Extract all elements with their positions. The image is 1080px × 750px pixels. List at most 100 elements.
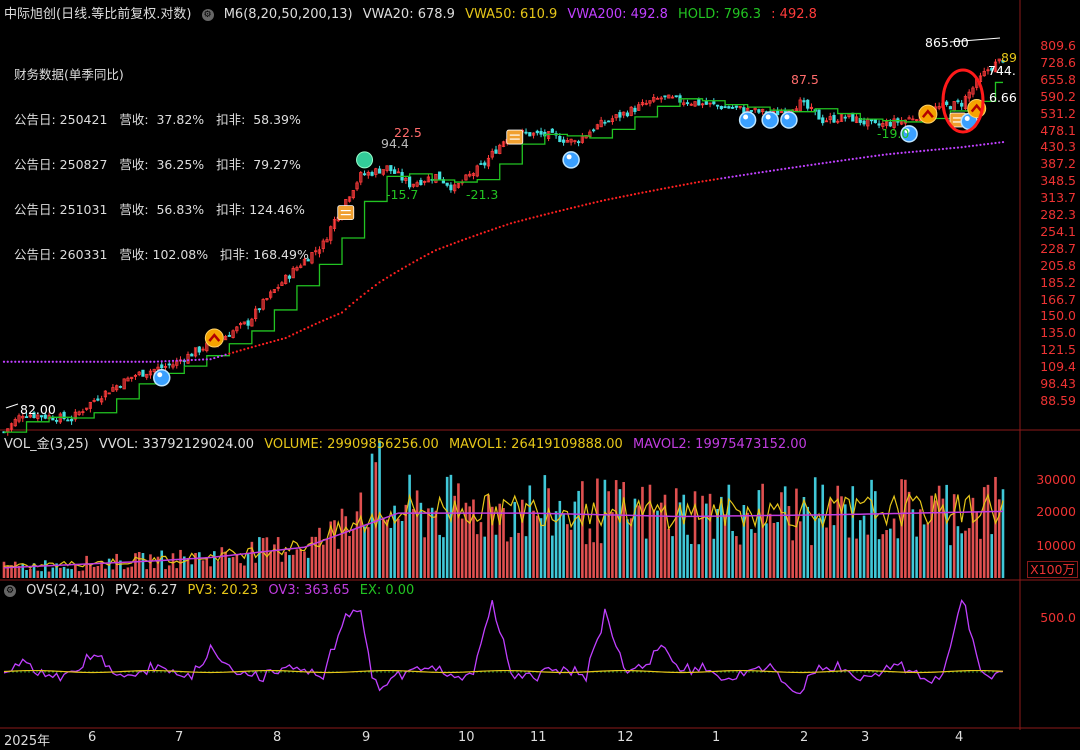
vwa200-point <box>108 360 111 363</box>
volume-bar <box>464 502 468 578</box>
volume-bar <box>419 502 423 578</box>
vwa200-point <box>352 301 355 304</box>
volume-bar <box>220 547 224 578</box>
candle-body <box>704 101 708 105</box>
candle-body <box>851 112 855 122</box>
vwa200-point <box>536 215 539 218</box>
candle-body <box>618 112 622 118</box>
vwa200-point <box>705 179 708 182</box>
vol-indicator-name[interactable]: VOL_金(3,25) <box>4 437 89 452</box>
volume-bar <box>483 536 487 578</box>
blue-ball-icon <box>152 369 171 387</box>
volume-bar <box>231 557 235 578</box>
volume-bar <box>892 518 896 578</box>
vwa200-point <box>603 199 607 202</box>
volume-bar <box>92 566 96 578</box>
volume-bar <box>896 538 900 578</box>
vwa200-point <box>633 193 637 196</box>
vwa200-point <box>457 240 460 243</box>
annotation-label: -15.7 <box>386 187 419 202</box>
volume-bar <box>806 506 810 578</box>
vwa200-point <box>464 237 468 241</box>
vwa200-point <box>397 269 400 273</box>
volume-bar <box>261 538 265 578</box>
candle-body <box>592 129 596 132</box>
volume-bar <box>250 541 254 578</box>
volume-bar <box>468 506 471 578</box>
vwa200-point <box>213 356 216 360</box>
vwa200-point <box>239 349 242 352</box>
volume-bar <box>922 524 926 578</box>
pv2-value: PV2: 6.27 <box>114 583 178 598</box>
x-tick: 6 <box>88 730 97 745</box>
volume-bar <box>382 517 385 578</box>
price-chart-canvas[interactable] <box>0 0 1080 750</box>
vwa200-point <box>618 196 622 199</box>
volume-bar <box>750 529 753 578</box>
vwa200-point <box>780 168 783 171</box>
vwa200-point <box>412 261 415 264</box>
vwa200-point <box>682 183 685 186</box>
vwa200-point <box>844 158 847 162</box>
volume-bar <box>926 522 930 578</box>
volume-bar <box>532 510 535 578</box>
vwa200-point <box>292 333 295 336</box>
vwa200-point <box>641 191 644 194</box>
volume-bar <box>536 515 539 578</box>
volume-bar <box>798 521 802 578</box>
volume-tick: 10000 <box>1036 538 1076 553</box>
vwa200-point <box>720 177 723 180</box>
gear-icon[interactable]: ⚙ <box>4 584 16 597</box>
volume-value: VOLUME: 29909856256.00 <box>264 437 439 452</box>
candle-body <box>945 101 949 105</box>
volume-bar <box>115 553 118 578</box>
vwa200-point <box>945 147 948 150</box>
price-tick: 135.0 <box>1040 325 1076 341</box>
volume-bar <box>904 479 907 578</box>
vwa200-point <box>220 354 223 357</box>
volume-bar <box>366 527 370 578</box>
candle-body <box>948 106 953 110</box>
volume-bar <box>13 561 17 578</box>
volume-bar <box>772 522 776 578</box>
vwa200-point <box>975 144 978 147</box>
price-tick: 254.1 <box>1040 223 1076 239</box>
vwa200-point <box>847 158 851 161</box>
volume-bar <box>348 535 351 578</box>
vwa200-point <box>543 213 546 216</box>
candle-body <box>377 168 382 174</box>
candle-body <box>715 104 720 107</box>
price-tick: 531.2 <box>1040 105 1076 121</box>
volume-bar <box>629 518 633 578</box>
vwa200-point <box>449 243 453 246</box>
price-tick: 728.6 <box>1040 54 1076 70</box>
volume-bar <box>930 495 933 578</box>
volume-bar <box>911 509 915 578</box>
vwa200-point <box>795 165 798 169</box>
volume-bar <box>705 503 708 578</box>
volume-bar <box>44 560 47 578</box>
vwa200-point <box>81 360 84 363</box>
vwa200-point <box>472 235 475 238</box>
vwa200-point <box>938 148 941 151</box>
ovs-indicator-name[interactable]: OVS(2,4,10) <box>26 583 105 598</box>
volume-bar <box>682 494 686 578</box>
candle-body <box>633 107 637 112</box>
volume-bar <box>603 479 607 578</box>
buy-arrow-icon <box>204 328 224 348</box>
vwa200-point <box>453 241 456 245</box>
vwa200-point <box>141 360 145 363</box>
candle-body <box>306 259 310 262</box>
vwa200-point <box>596 200 599 203</box>
vwa200-point <box>851 157 854 161</box>
volume-bar <box>175 568 179 578</box>
vwa200-point <box>998 141 1001 144</box>
vwa200-point <box>231 351 235 354</box>
vwa200-point <box>228 352 231 355</box>
candle-body <box>877 123 881 126</box>
vwa200-point <box>983 143 986 146</box>
vwa200-point <box>615 196 618 199</box>
mavol1-value: MAVOL1: 26419109888.00 <box>448 437 623 452</box>
blue-ball-icon <box>780 111 798 129</box>
volume-bar <box>753 532 757 578</box>
